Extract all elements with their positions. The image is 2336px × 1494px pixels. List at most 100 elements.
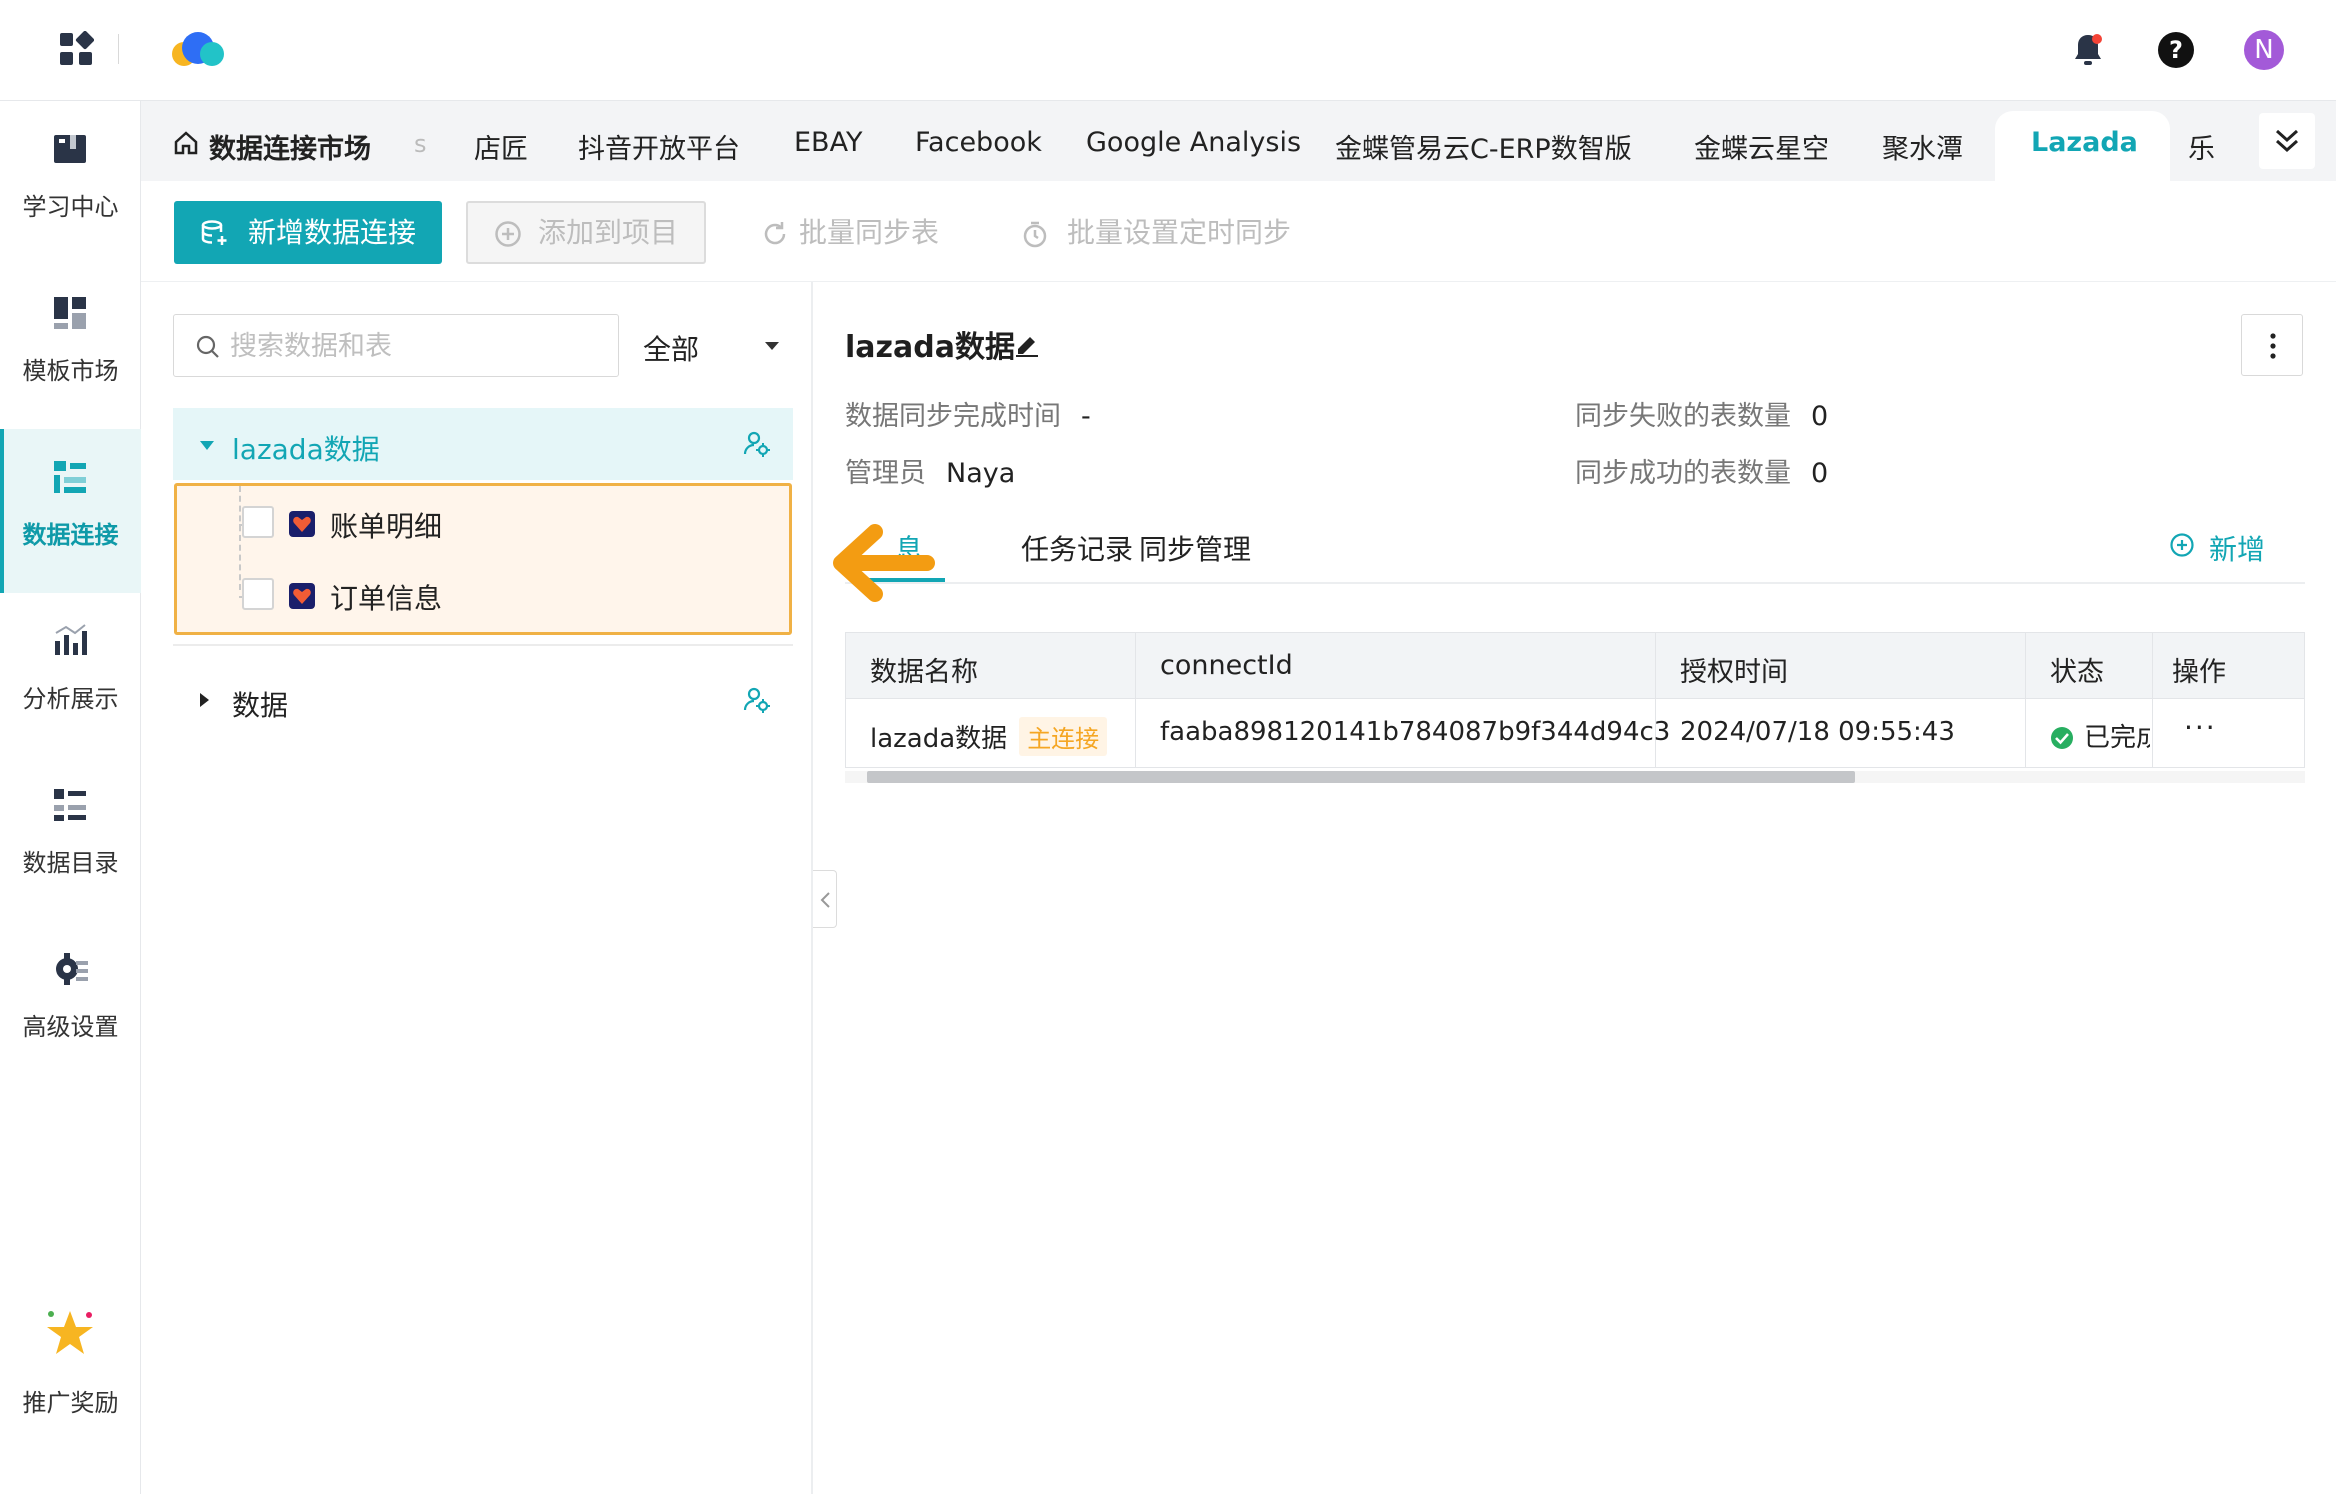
more-tabs-button[interactable] <box>2259 113 2315 169</box>
sidebar-item-label: 高级设置 <box>22 1013 119 1041</box>
divider <box>118 34 119 64</box>
add-to-project-label: 添加到项目 <box>538 216 679 249</box>
filter-select[interactable]: 全部 <box>643 314 793 377</box>
success-count-value: 0 <box>1811 458 1829 489</box>
caret-right-icon[interactable] <box>198 692 210 708</box>
tab-jushuitan[interactable]: 聚水潭 <box>1882 127 1963 166</box>
connection-table: 数据名称 connectId 授权时间 状态 操作 lazada数据 主连接 fa… <box>845 632 2305 768</box>
add-to-project-button[interactable]: 添加到项目 <box>466 201 706 264</box>
success-count-label: 同步成功的表数量 <box>1575 458 1791 489</box>
apps-grid-icon[interactable] <box>58 31 94 67</box>
tab-douyin[interactable]: 抖音开放平台 <box>578 127 740 166</box>
sidebar-item-templates[interactable]: 模板市场 <box>0 265 141 429</box>
admin-value: Naya <box>946 458 1016 489</box>
tree-leaf-order-info[interactable]: 订单信息 <box>177 562 789 632</box>
user-permission-icon[interactable] <box>743 430 771 458</box>
home-icon[interactable] <box>173 130 199 156</box>
tree-node-data[interactable]: 数据 <box>173 666 793 738</box>
tree-node-label: lazada数据 <box>232 433 380 466</box>
template-icon <box>54 297 86 329</box>
user-permission-icon[interactable] <box>743 686 771 714</box>
sidebar-item-label: 分析展示 <box>22 685 119 713</box>
tab-lazada[interactable]: Lazada <box>2031 127 2138 158</box>
connection-tree-panel: 全部 lazada数据 账单明细 <box>141 282 813 1494</box>
tab-google-analysis[interactable]: Google Analysis <box>1086 127 1301 158</box>
tree-node-lazada[interactable]: lazada数据 <box>173 408 793 480</box>
avatar[interactable]: N <box>2244 30 2284 70</box>
sidebar-item-label: 模板市场 <box>22 357 119 385</box>
sidebar-item-label: 推广奖励 <box>22 1389 119 1417</box>
connection-name: lazada数据 <box>870 724 1008 754</box>
search-box <box>173 314 619 377</box>
row-actions-button[interactable]: ··· <box>2184 711 2217 744</box>
list-icon <box>54 789 86 821</box>
sidebar-item-data-connection[interactable]: 数据连接 <box>0 429 141 593</box>
sidebar-item-promo[interactable]: 推广奖励 <box>0 1301 141 1481</box>
admin-info: 管理员 Naya <box>845 451 1015 490</box>
caret-down-icon <box>765 342 779 350</box>
success-count-info: 同步成功的表数量 0 <box>1575 451 1828 490</box>
column-divider <box>2025 633 2026 767</box>
plus-circle-icon <box>495 221 521 247</box>
tab-task-records[interactable]: 任务记录 <box>1021 528 1133 568</box>
tab-faded[interactable]: s <box>414 130 427 158</box>
chevron-double-down-icon <box>2275 129 2299 153</box>
primary-connection-badge: 主连接 <box>1019 717 1108 756</box>
chart-icon <box>55 624 87 655</box>
cloud-logo-icon[interactable] <box>166 30 232 70</box>
pointer-arrow-icon <box>833 524 935 602</box>
caret-down-icon[interactable] <box>199 440 215 452</box>
batch-sync-label: 批量同步表 <box>799 216 940 249</box>
more-actions-button[interactable] <box>2241 314 2303 376</box>
status-text: 已完成 <box>2084 723 2150 753</box>
search-icon <box>196 335 219 358</box>
star-icon <box>47 1311 93 1354</box>
tab-kingdee-guanyi[interactable]: 金蝶管易云C-ERP数智版 <box>1335 127 1632 166</box>
column-header-auth-time: 授权时间 <box>1680 657 1788 688</box>
tab-sync-management[interactable]: 同步管理 <box>1139 528 1251 568</box>
tree-leaf-bill-details[interactable]: 账单明细 <box>177 490 789 560</box>
highlight-box: 账单明细 订单信息 <box>174 483 792 635</box>
divider <box>173 644 793 646</box>
sidebar-item-catalog[interactable]: 数据目录 <box>0 757 141 921</box>
checkbox[interactable] <box>242 578 274 610</box>
sync-time-value: - <box>1081 401 1091 432</box>
book-icon <box>54 135 86 163</box>
timer-icon <box>1023 221 1047 248</box>
lazada-table-icon <box>289 583 315 609</box>
plus-circle-icon <box>2170 533 2194 557</box>
sidebar-item-label: 数据目录 <box>22 849 119 877</box>
checkbox[interactable] <box>242 506 274 538</box>
tab-home[interactable]: 数据连接市场 <box>209 127 371 166</box>
connector-tab-bar: 数据连接市场 s 店匠 抖音开放平台 EBAY Facebook Google … <box>141 101 2336 181</box>
add-new-button[interactable]: 新增 <box>2170 528 2266 568</box>
filter-value: 全部 <box>643 333 700 366</box>
horizontal-scrollbar[interactable] <box>845 766 2305 786</box>
column-header-status: 状态 <box>2050 657 2104 688</box>
edit-icon[interactable] <box>1013 330 1041 358</box>
connection-title: lazada数据 <box>845 330 1015 365</box>
connection-detail-panel: lazada数据 数据同步完成时间 - 管理员 Naya 同步失败的表数量 0 同步成… <box>815 282 2336 1494</box>
batch-schedule-button[interactable]: 批量设置定时同步 <box>1021 201 1441 264</box>
sync-time-label: 数据同步完成时间 <box>845 401 1061 432</box>
svg-text:?: ? <box>2169 36 2183 64</box>
scrollbar-thumb[interactable] <box>867 771 1855 783</box>
question-icon[interactable]: ? <box>2156 30 2196 70</box>
sidebar-item-analysis[interactable]: 分析展示 <box>0 593 141 757</box>
tab-dianjiang[interactable]: 店匠 <box>474 127 528 166</box>
add-new-label: 新增 <box>2209 533 2266 566</box>
tab-kingdee-xingkong[interactable]: 金蝶云星空 <box>1694 127 1829 166</box>
tab-ebay[interactable]: EBAY <box>794 127 862 158</box>
failed-count-info: 同步失败的表数量 0 <box>1575 394 1828 433</box>
top-bar: ? N <box>0 0 2336 101</box>
sidebar-item-learning[interactable]: 学习中心 <box>0 101 141 265</box>
bell-icon[interactable] <box>2068 30 2108 70</box>
search-input[interactable] <box>230 323 600 369</box>
add-connection-button[interactable]: 新增数据连接 <box>174 201 442 264</box>
refresh-icon <box>764 222 786 245</box>
admin-label: 管理员 <box>845 458 926 489</box>
failed-count-value: 0 <box>1811 401 1829 432</box>
sidebar-item-settings[interactable]: 高级设置 <box>0 921 141 1085</box>
tab-le[interactable]: 乐 <box>2188 127 2215 166</box>
tab-facebook[interactable]: Facebook <box>915 127 1042 158</box>
